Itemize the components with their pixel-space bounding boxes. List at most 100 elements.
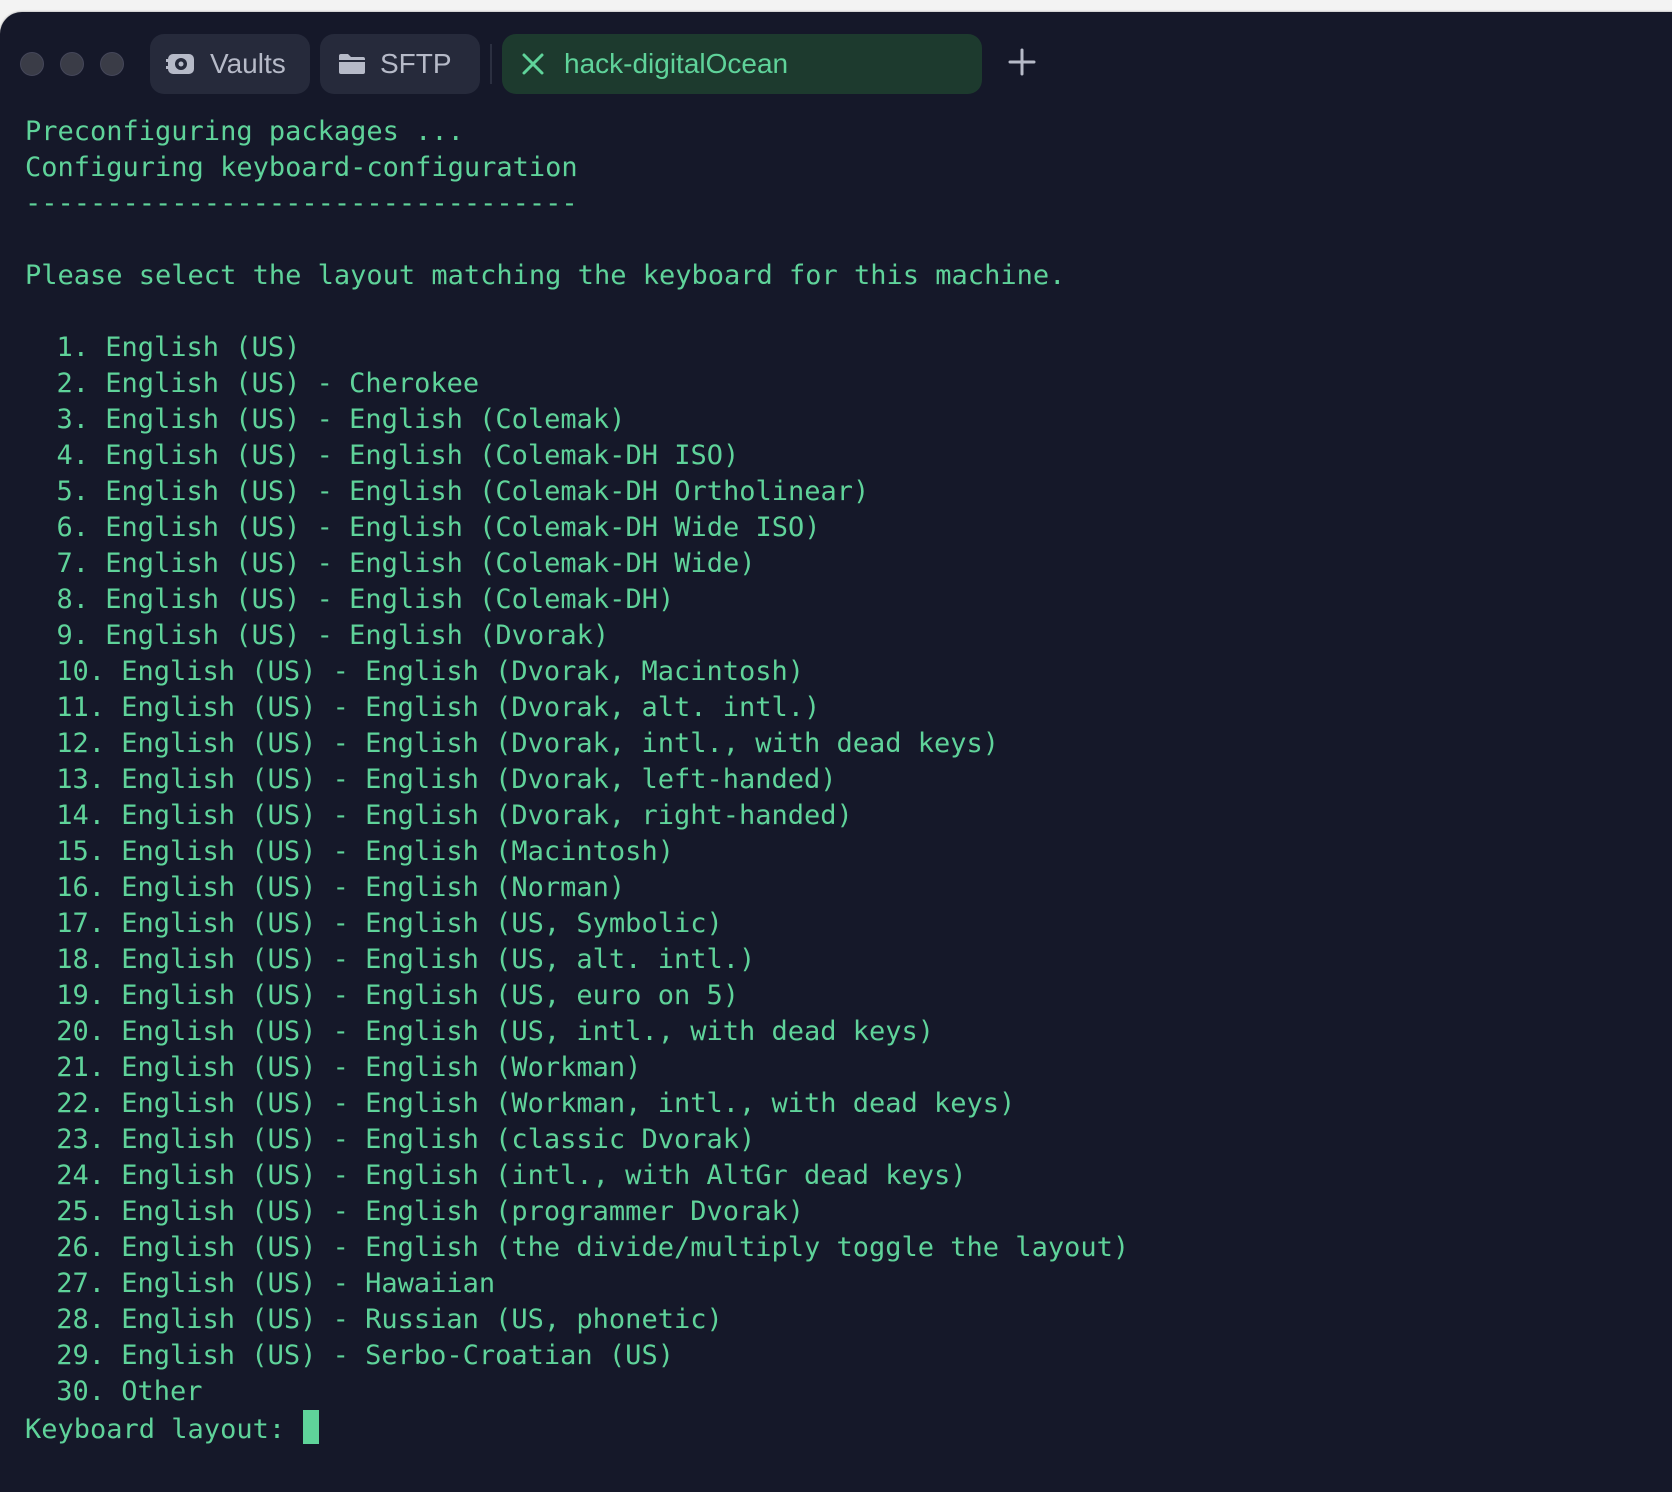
layout-option: 14. English (US) - English (Dvorak, righ… (25, 798, 1129, 834)
option-number: 20. (56, 1016, 105, 1047)
folder-icon (338, 52, 366, 76)
option-number: 15. (56, 836, 105, 867)
terminal-line-text: Please select the layout matching the ke… (25, 260, 1066, 291)
option-label: Other (121, 1376, 203, 1407)
vault-icon (166, 49, 196, 79)
option-number: 6. (56, 512, 89, 543)
option-label: English (US) - English (Dvorak) (105, 620, 610, 651)
layout-option: 24. English (US) - English (intl., with … (25, 1158, 1129, 1194)
zoom-window-button[interactable] (100, 52, 124, 76)
layout-option: 20. English (US) - English (US, intl., w… (25, 1014, 1129, 1050)
terminal-output[interactable]: Preconfiguring packages ... Configuring k… (25, 114, 1129, 1446)
option-number: 30. (56, 1376, 105, 1407)
layout-option: 11. English (US) - English (Dvorak, alt.… (25, 690, 1129, 726)
layout-option: 18. English (US) - English (US, alt. int… (25, 942, 1129, 978)
layout-option: 21. English (US) - English (Workman) (25, 1050, 1129, 1086)
tab-sftp[interactable]: SFTP (320, 34, 480, 94)
option-label: English (US) - Cherokee (105, 368, 480, 399)
terminal-window: Vaults SFTP hack-digitalOcean Preconfigu… (0, 12, 1672, 1492)
layout-option: 19. English (US) - English (US, euro on … (25, 978, 1129, 1014)
option-number: 16. (56, 872, 105, 903)
option-number: 5. (56, 476, 89, 507)
plus-icon (1007, 47, 1037, 82)
option-number: 14. (56, 800, 105, 831)
option-label: English (US) - English (the divide/multi… (121, 1232, 1130, 1263)
new-tab-button[interactable] (1005, 47, 1039, 81)
layout-option: 17. English (US) - English (US, Symbolic… (25, 906, 1129, 942)
layout-option: 2. English (US) - Cherokee (25, 366, 1129, 402)
terminal-line-text: Preconfiguring packages ... (25, 116, 464, 147)
option-label: English (US) - English (Dvorak, left-han… (121, 764, 837, 795)
layout-option: 22. English (US) - English (Workman, int… (25, 1086, 1129, 1122)
option-label: English (US) - English (Dvorak, alt. int… (121, 692, 821, 723)
option-number: 25. (56, 1196, 105, 1227)
option-label: English (US) - Serbo-Croatian (US) (121, 1340, 674, 1371)
tab-divider (490, 44, 492, 84)
option-number: 11. (56, 692, 105, 723)
option-number: 3. (56, 404, 89, 435)
layout-option: 16. English (US) - English (Norman) (25, 870, 1129, 906)
tab-label: Vaults (210, 48, 286, 79)
layout-option: 5. English (US) - English (Colemak-DH Or… (25, 474, 1129, 510)
option-label: English (US) - Russian (US, phonetic) (121, 1304, 723, 1335)
option-label: English (US) - English (Dvorak, Macintos… (121, 656, 804, 687)
close-icon[interactable] (520, 51, 546, 77)
tab-vaults[interactable]: Vaults (150, 34, 310, 94)
option-number: 4. (56, 440, 89, 471)
layout-option: 4. English (US) - English (Colemak-DH IS… (25, 438, 1129, 474)
option-label: English (US) - English (classic Dvorak) (121, 1124, 756, 1155)
option-label: English (US) - English (US, Symbolic) (121, 908, 723, 939)
option-label: English (US) - English (US, euro on 5) (121, 980, 739, 1011)
layout-option: 8. English (US) - English (Colemak-DH) (25, 582, 1129, 618)
terminal-line: Please select the layout matching the ke… (25, 258, 1129, 294)
layout-option: 28. English (US) - Russian (US, phonetic… (25, 1302, 1129, 1338)
option-label: English (US) - English (Dvorak, intl., w… (121, 728, 1000, 759)
tab-label: hack-digitalOcean (564, 48, 789, 79)
layout-option: 13. English (US) - English (Dvorak, left… (25, 762, 1129, 798)
option-number: 2. (56, 368, 89, 399)
option-number: 8. (56, 584, 89, 615)
option-label: English (US) - English (Colemak-DH Wide … (105, 512, 821, 543)
title-bar: Vaults SFTP hack-digitalOcean (0, 12, 1672, 112)
option-number: 1. (56, 332, 89, 363)
prompt-label: Keyboard layout: (25, 1414, 302, 1445)
option-label: English (US) - English (Colemak-DH) (105, 584, 675, 615)
layout-option: 12. English (US) - English (Dvorak, intl… (25, 726, 1129, 762)
option-label: English (US) - English (Macintosh) (121, 836, 674, 867)
option-label: English (US) - English (Dvorak, right-ha… (121, 800, 853, 831)
option-number: 13. (56, 764, 105, 795)
option-number: 10. (56, 656, 105, 687)
option-number: 12. (56, 728, 105, 759)
option-number: 21. (56, 1052, 105, 1083)
option-number: 17. (56, 908, 105, 939)
layout-option: 26. English (US) - English (the divide/m… (25, 1230, 1129, 1266)
option-label: English (US) - English (Colemak-DH Wide) (105, 548, 756, 579)
layout-option: 3. English (US) - English (Colemak) (25, 402, 1129, 438)
option-number: 28. (56, 1304, 105, 1335)
option-label: English (US) (105, 332, 301, 363)
option-number: 23. (56, 1124, 105, 1155)
keyboard-layout-prompt[interactable]: Keyboard layout: (25, 1410, 1129, 1446)
option-number: 7. (56, 548, 89, 579)
option-label: English (US) - English (Colemak-DH Ortho… (105, 476, 870, 507)
option-label: English (US) - English (Colemak) (105, 404, 626, 435)
option-number: 26. (56, 1232, 105, 1263)
layout-option: 9. English (US) - English (Dvorak) (25, 618, 1129, 654)
option-label: English (US) - English (intl., with AltG… (121, 1160, 967, 1191)
option-label: English (US) - Hawaiian (121, 1268, 496, 1299)
layout-option: 15. English (US) - English (Macintosh) (25, 834, 1129, 870)
layout-option: 7. English (US) - English (Colemak-DH Wi… (25, 546, 1129, 582)
tab-label: SFTP (380, 48, 452, 79)
close-window-button[interactable] (20, 52, 44, 76)
tab-hack-digitalocean[interactable]: hack-digitalOcean (502, 34, 982, 94)
text-cursor[interactable] (303, 1410, 320, 1444)
option-number: 19. (56, 980, 105, 1011)
layout-option: 1. English (US) (25, 330, 1129, 366)
layout-option: 6. English (US) - English (Colemak-DH Wi… (25, 510, 1129, 546)
option-number: 24. (56, 1160, 105, 1191)
layout-option: 10. English (US) - English (Dvorak, Maci… (25, 654, 1129, 690)
minimize-window-button[interactable] (60, 52, 84, 76)
option-number: 27. (56, 1268, 105, 1299)
